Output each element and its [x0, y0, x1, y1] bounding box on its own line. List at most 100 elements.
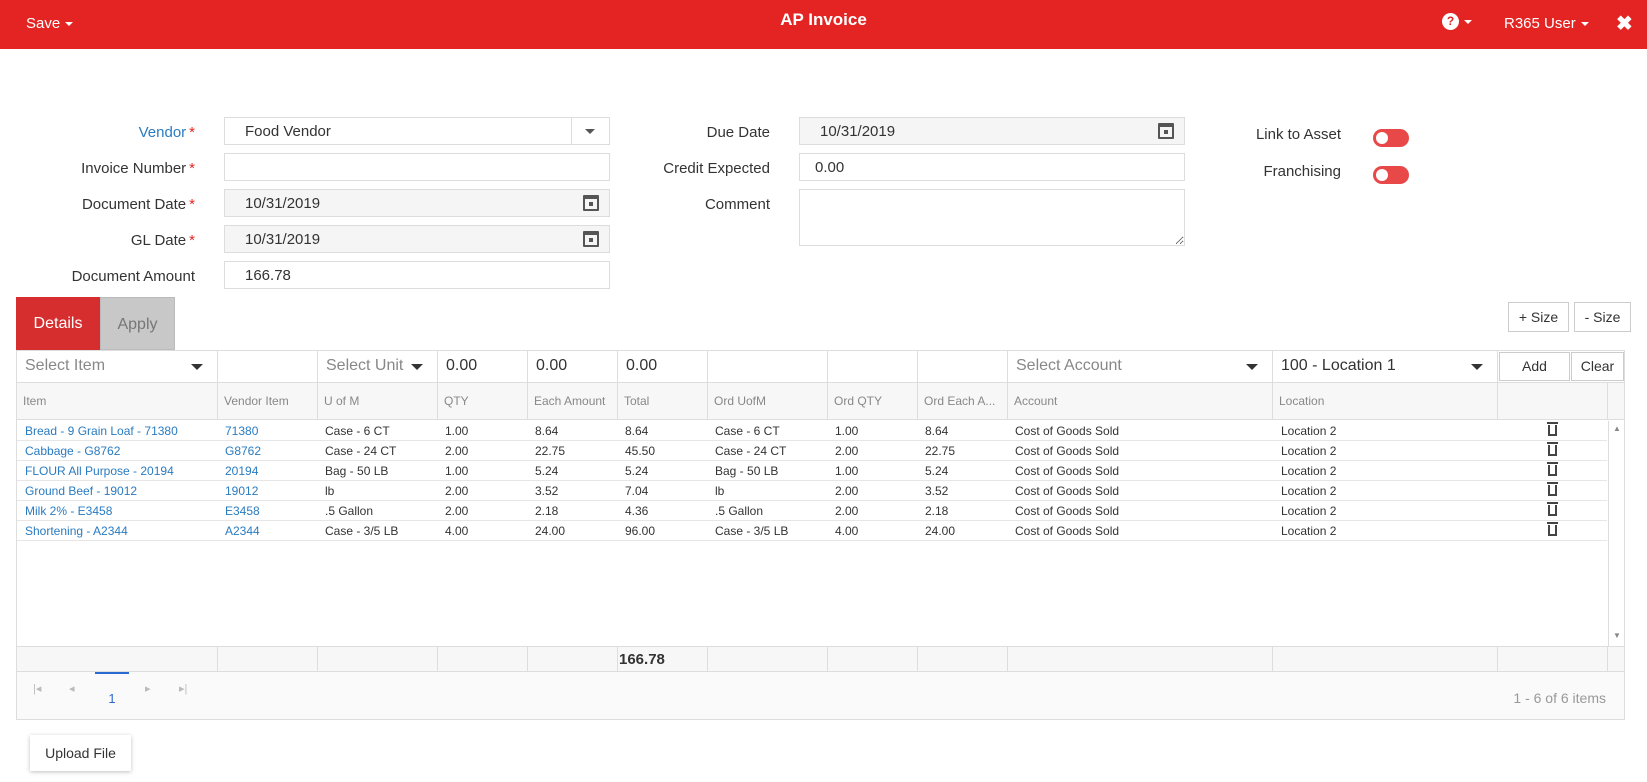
- item-link[interactable]: FLOUR All Purpose - 20194: [25, 464, 174, 478]
- table-row: Cabbage - G8762 G8762 Case - 24 CT 2.00 …: [17, 441, 1607, 461]
- ord-uom-input[interactable]: [708, 351, 828, 382]
- prev-page-icon[interactable]: ◂: [69, 682, 75, 695]
- scroll-down-icon[interactable]: ▼: [1613, 631, 1621, 640]
- invoice-number-input[interactable]: [224, 153, 610, 181]
- trash-icon[interactable]: [1547, 442, 1558, 456]
- each-cell: 5.24: [535, 464, 559, 478]
- trash-icon[interactable]: [1547, 482, 1558, 496]
- column-header-qty[interactable]: QTY: [438, 383, 528, 419]
- due-date-input[interactable]: 10/31/2019: [799, 117, 1185, 145]
- vendor-dropdown-toggle[interactable]: [571, 118, 609, 144]
- trash-icon[interactable]: [1547, 462, 1558, 476]
- vendor-item-input[interactable]: [218, 351, 318, 382]
- page-number-current[interactable]: 1: [95, 672, 129, 712]
- vendor-item-link[interactable]: A2344: [225, 524, 260, 538]
- calendar-icon[interactable]: [583, 231, 599, 247]
- column-header-uom[interactable]: U of M: [318, 383, 438, 419]
- ord-each-input[interactable]: [918, 351, 1008, 382]
- select-unit-dropdown[interactable]: Select Unit: [318, 351, 438, 382]
- user-menu-button[interactable]: R365 User: [1504, 15, 1589, 32]
- ord-uom-cell: Case - 3/5 LB: [715, 524, 789, 538]
- column-header-ord-qty[interactable]: Ord QTY: [828, 383, 918, 419]
- increase-size-button[interactable]: + Size: [1508, 302, 1569, 332]
- scroll-up-icon[interactable]: ▲: [1613, 424, 1621, 433]
- vendor-item-link[interactable]: 20194: [225, 464, 258, 478]
- page-title: AP Invoice: [780, 10, 867, 29]
- caret-down-icon: [411, 364, 423, 370]
- link-to-asset-toggle[interactable]: [1373, 129, 1409, 147]
- next-page-icon[interactable]: ▸: [145, 682, 151, 695]
- select-item-dropdown[interactable]: Select Item: [17, 351, 218, 382]
- last-page-icon[interactable]: ▸|: [179, 682, 187, 695]
- account-cell: Cost of Goods Sold: [1015, 464, 1120, 478]
- upload-file-button[interactable]: Upload File: [30, 735, 131, 771]
- calendar-icon[interactable]: [1158, 123, 1174, 139]
- qty-cell: 2.00: [445, 504, 469, 518]
- calendar-icon[interactable]: [583, 195, 599, 211]
- column-header-total[interactable]: Total: [618, 383, 708, 419]
- franchising-toggle[interactable]: [1373, 166, 1409, 184]
- item-link[interactable]: Cabbage - G8762: [25, 444, 120, 458]
- vendor-item-link[interactable]: 19012: [225, 484, 258, 498]
- location-dropdown[interactable]: 100 - Location 1: [1273, 351, 1498, 382]
- first-page-icon[interactable]: |◂: [33, 682, 41, 695]
- ord-each-cell: 22.75: [925, 444, 956, 458]
- ord-each-cell: 3.52: [925, 484, 949, 498]
- item-link[interactable]: Bread - 9 Grain Loaf - 71380: [25, 424, 178, 438]
- footer-cell: [528, 647, 618, 671]
- account-cell: Cost of Goods Sold: [1015, 504, 1120, 518]
- column-header-each-amount[interactable]: Each Amount: [528, 383, 618, 419]
- total-cell: 96.00: [625, 524, 656, 538]
- footer-cell: [218, 647, 318, 671]
- ord-uom-cell: Bag - 50 LB: [715, 464, 779, 478]
- column-header-ord-uom[interactable]: Ord UofM: [708, 383, 828, 419]
- trash-icon[interactable]: [1547, 522, 1558, 536]
- vendor-item-link[interactable]: G8762: [225, 444, 261, 458]
- vendor-value: Food Vendor: [245, 123, 331, 140]
- column-header-item[interactable]: Item: [17, 383, 218, 419]
- total-cell: 8.64: [625, 424, 649, 438]
- grid-scrollbar[interactable]: ▲ ▼: [1608, 421, 1624, 646]
- qty-cell: 2.00: [445, 484, 469, 498]
- uom-cell: Case - 3/5 LB: [325, 524, 399, 538]
- qty-input[interactable]: 0.00: [438, 351, 528, 382]
- gl-date-input[interactable]: 10/31/2019: [224, 225, 610, 253]
- ord-qty-cell: 2.00: [835, 444, 859, 458]
- trash-icon[interactable]: [1547, 422, 1558, 436]
- total-input[interactable]: 0.00: [618, 351, 708, 382]
- uom-cell: Case - 24 CT: [325, 444, 397, 458]
- select-account-dropdown[interactable]: Select Account: [1008, 351, 1273, 382]
- invoice-number-label: Invoice Number *: [81, 160, 195, 177]
- tab-apply[interactable]: Apply: [100, 297, 175, 350]
- column-header-location[interactable]: Location: [1273, 383, 1498, 419]
- close-icon[interactable]: ✖: [1616, 11, 1633, 36]
- vendor-label[interactable]: Vendor *: [40, 124, 195, 141]
- trash-icon[interactable]: [1547, 502, 1558, 516]
- table-row: Bread - 9 Grain Loaf - 71380 71380 Case …: [17, 421, 1607, 441]
- each-amount-input[interactable]: 0.00: [528, 351, 618, 382]
- item-link[interactable]: Ground Beef - 19012: [25, 484, 137, 498]
- item-link[interactable]: Shortening - A2344: [25, 524, 128, 538]
- item-link[interactable]: Milk 2% - E3458: [25, 504, 112, 518]
- add-line-button[interactable]: Add: [1499, 352, 1570, 381]
- help-menu-button[interactable]: ?: [1442, 13, 1472, 30]
- vendor-dropdown[interactable]: Food Vendor: [224, 117, 610, 145]
- column-header-ord-each[interactable]: Ord Each A...: [918, 383, 1008, 419]
- document-amount-input[interactable]: 166.78: [224, 261, 610, 289]
- ord-uom-cell: Case - 24 CT: [715, 444, 787, 458]
- vendor-item-link[interactable]: 71380: [225, 424, 258, 438]
- credit-expected-input[interactable]: 0.00: [799, 153, 1185, 181]
- vendor-item-link[interactable]: E3458: [225, 504, 260, 518]
- document-date-input[interactable]: 10/31/2019: [224, 189, 610, 217]
- comment-textarea[interactable]: [799, 189, 1185, 246]
- column-header-vendor-item[interactable]: Vendor Item: [218, 383, 318, 419]
- ord-qty-input[interactable]: [828, 351, 918, 382]
- tab-details[interactable]: Details: [16, 297, 100, 350]
- caret-down-icon: [1580, 22, 1589, 27]
- decrease-size-button[interactable]: - Size: [1574, 302, 1631, 332]
- footer-cell: [708, 647, 828, 671]
- column-header-account[interactable]: Account: [1008, 383, 1273, 419]
- footer-cell: [828, 647, 918, 671]
- location-cell: Location 2: [1281, 444, 1337, 458]
- clear-line-button[interactable]: Clear: [1571, 352, 1624, 381]
